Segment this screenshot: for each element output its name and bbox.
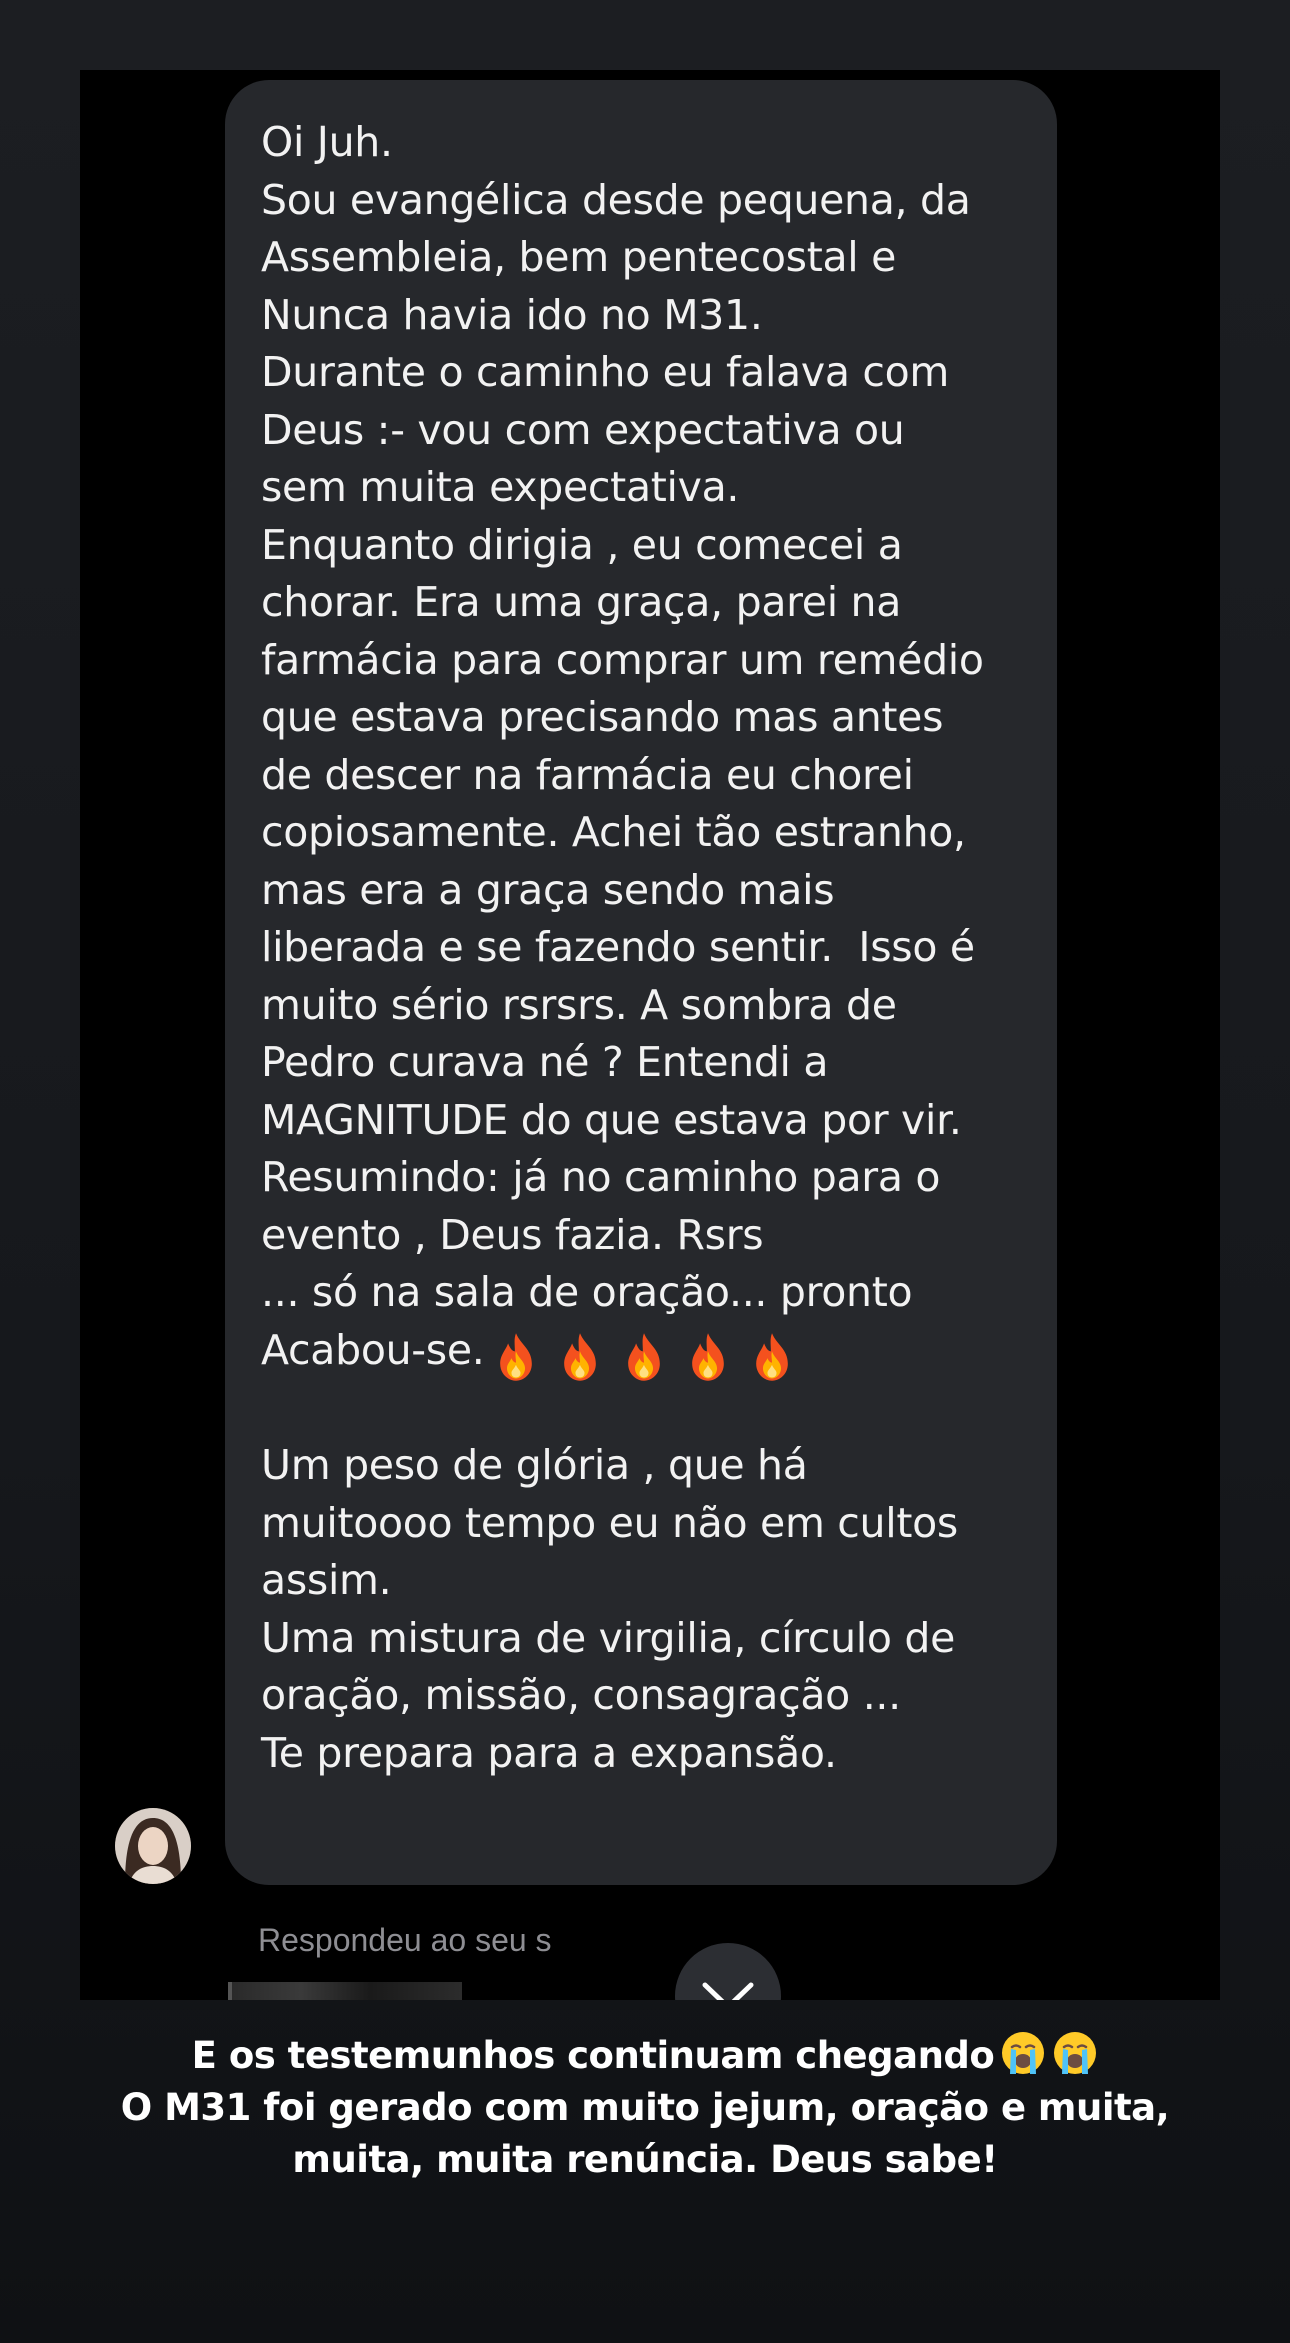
message-line: Durante o caminho eu falava com bbox=[261, 348, 950, 396]
message-line: assim. bbox=[261, 1556, 392, 1604]
message-line: Pedro curava né ? Entendi a bbox=[261, 1038, 829, 1086]
message-line: liberada e se fazendo sentir. Isso é bbox=[261, 923, 975, 971]
message-line: Te prepara para a expansão. bbox=[261, 1728, 837, 1777]
message-bubble[interactable]: Oi Juh. Sou evangélica desde pequena, da… bbox=[225, 80, 1057, 1885]
message-line: sem muita expectativa. bbox=[261, 463, 740, 511]
caption-line-1: E os testemunhos continuam chegando bbox=[0, 2030, 1290, 2082]
story-frame: Oi Juh. Sou evangélica desde pequena, da… bbox=[0, 0, 1290, 2343]
message-line: Um peso de glória , que há bbox=[261, 1441, 808, 1489]
message-line: MAGNITUDE do que estava por vir. bbox=[261, 1095, 962, 1144]
fire-icon bbox=[627, 1332, 660, 1381]
message-line: chorar. Era uma graça, parei na bbox=[261, 578, 902, 626]
message-line: ... só na sala de oração... pronto bbox=[261, 1268, 913, 1316]
message-line: Oi Juh. bbox=[261, 118, 393, 166]
story-caption: E os testemunhos continuam chegando O M3… bbox=[0, 2030, 1290, 2186]
message-line: farmácia para comprar um remédio bbox=[261, 635, 984, 684]
message-line: mas era a graça sendo mais bbox=[261, 865, 835, 914]
fire-icon bbox=[563, 1332, 596, 1381]
caption-line-1-text: E os testemunhos continuam chegando bbox=[191, 2034, 995, 2077]
message-line: Resumindo: já no caminho para o bbox=[261, 1153, 941, 1201]
scroll-down-button[interactable] bbox=[675, 1943, 781, 2000]
fire-emoji-row bbox=[493, 1326, 813, 1384]
message-line: Nunca havia ido no M31. bbox=[261, 290, 763, 339]
fire-icon bbox=[499, 1332, 532, 1381]
sender-avatar[interactable] bbox=[115, 1808, 191, 1884]
avatar-photo bbox=[115, 1808, 191, 1884]
fire-icon bbox=[755, 1332, 788, 1381]
message-line: copiosamente. Achei tão estranho, bbox=[261, 808, 966, 856]
message-line: Enquanto dirigia , eu comecei a bbox=[261, 520, 903, 569]
chevron-down-icon bbox=[702, 1982, 754, 2000]
dm-screenshot: Oi Juh. Sou evangélica desde pequena, da… bbox=[80, 70, 1220, 2000]
message-line: evento , Deus fazia. Rsrs bbox=[261, 1210, 764, 1259]
message-line: muito sério rsrsrs. A sombra de bbox=[261, 980, 897, 1029]
message-line: Deus :- vou com expectativa ou bbox=[261, 405, 905, 454]
replied-story-thumbnail[interactable] bbox=[228, 1982, 462, 2000]
message-line: que estava precisando mas antes bbox=[261, 693, 944, 741]
message-line-with-emoji: Acabou-se. bbox=[261, 1322, 1025, 1381]
message-line: Uma mistura de virgilia, círculo de bbox=[261, 1613, 956, 1662]
message-line: de descer na farmácia eu chorei bbox=[261, 750, 914, 799]
loudly-crying-face-icon bbox=[1054, 2032, 1097, 2074]
message-line: muitoooo tempo eu não em cultos bbox=[261, 1498, 958, 1547]
caption-line-3: muita, muita renúncia. Deus sabe! bbox=[292, 2138, 998, 2181]
message-line: Sou evangélica desde pequena, da bbox=[261, 175, 971, 224]
fire-icon bbox=[691, 1332, 724, 1381]
message-line-text: Acabou-se. bbox=[261, 1325, 485, 1374]
message-line: Assembleia, bem pentecostal e bbox=[261, 233, 897, 281]
reply-label: Respondeu ao seu s bbox=[258, 1922, 552, 1958]
caption-line-2: O M31 foi gerado com muito jejum, oração… bbox=[120, 2086, 1170, 2129]
message-line: oração, missão, consagração ... bbox=[261, 1671, 901, 1719]
loudly-crying-face-icon bbox=[1002, 2032, 1045, 2074]
